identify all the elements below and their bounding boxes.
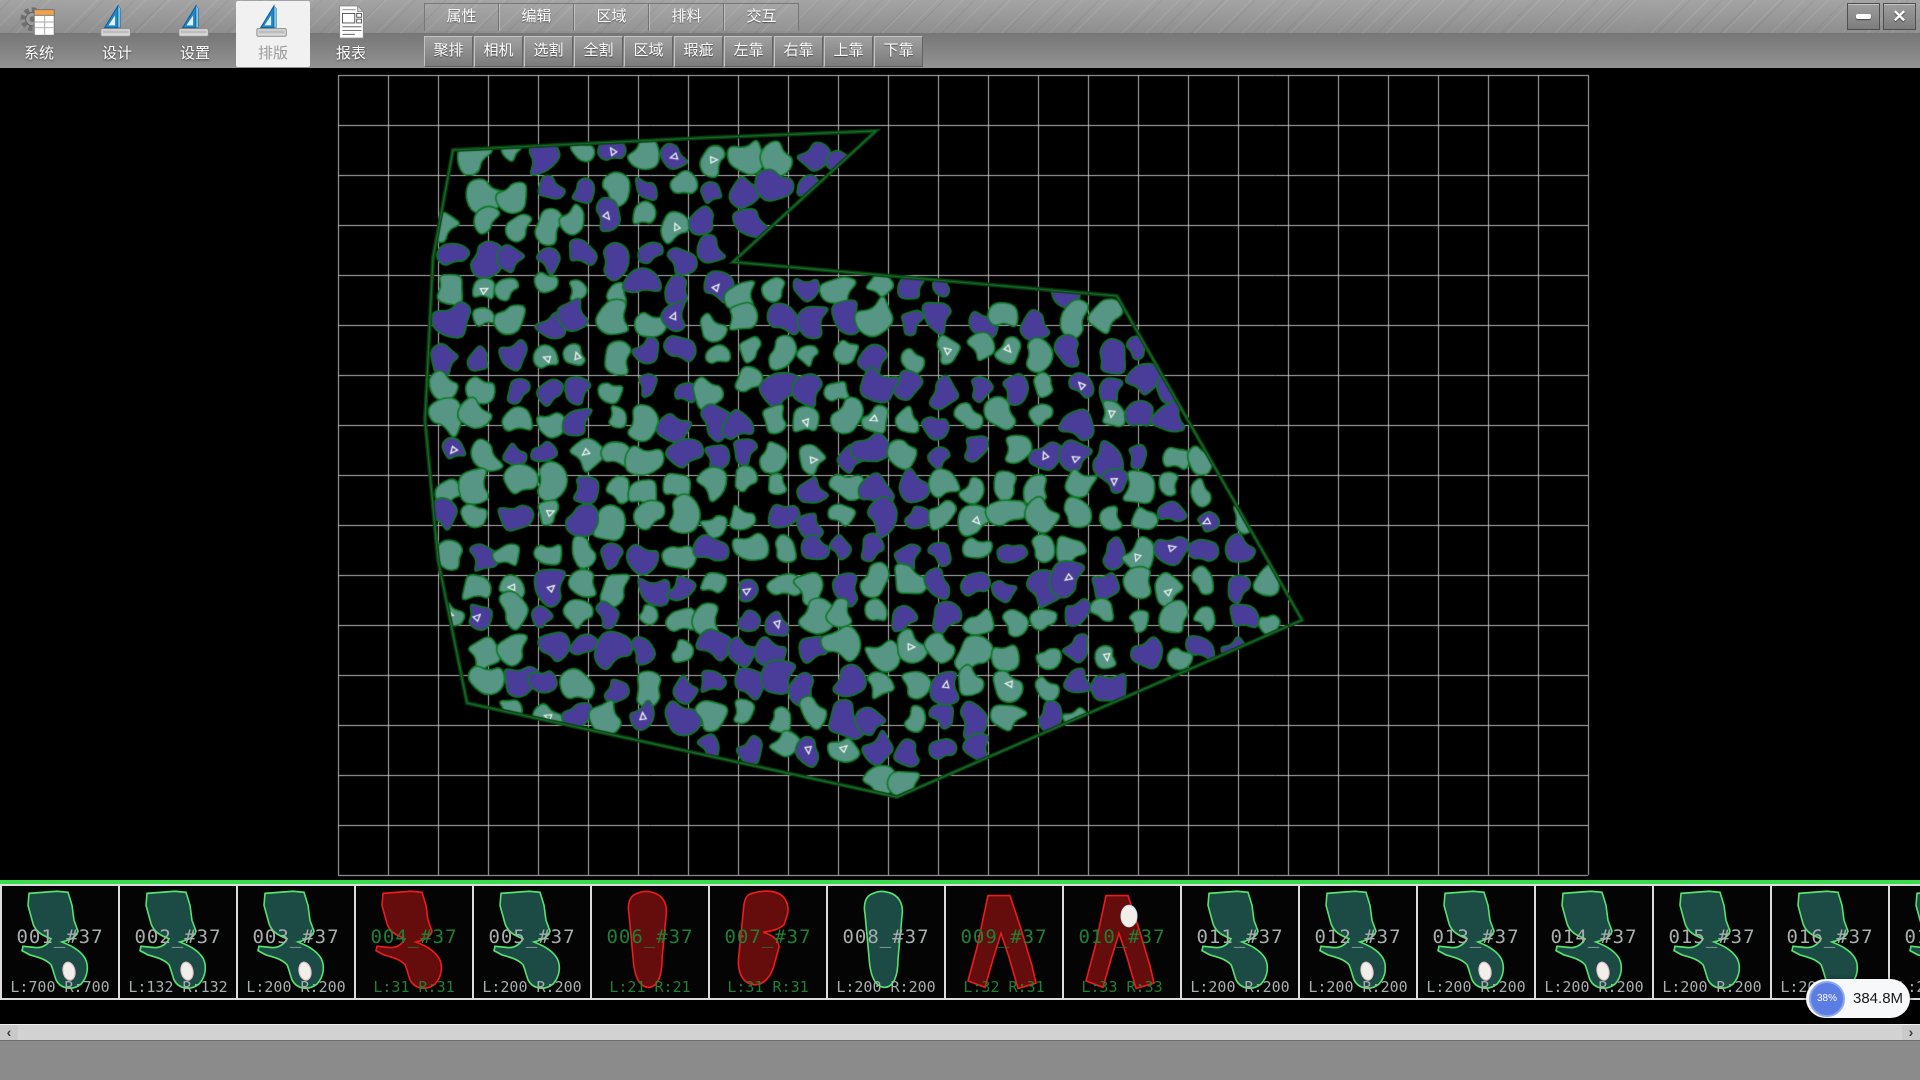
part-lr-count: L:700 R:700 xyxy=(2,978,118,996)
part-thumbnail[interactable]: 014_#37 L:200 R:200 xyxy=(1536,886,1654,998)
part-id-label: 009_#37 xyxy=(946,926,1062,948)
part-lr-count: L:31 R:31 xyxy=(710,978,826,996)
set-square-icon xyxy=(176,3,214,41)
app-button-label: 系统 xyxy=(24,42,54,63)
app-button-label: 设置 xyxy=(180,42,210,63)
part-lr-count: L:200 R:200 xyxy=(828,978,944,996)
part-id-label: 005_#37 xyxy=(474,926,590,948)
gear-table-icon xyxy=(20,3,58,41)
part-lr-count: L:31 R:31 xyxy=(356,978,472,996)
part-thumbnail[interactable]: 001_#37 L:700 R:700 xyxy=(2,886,120,998)
app-button-design[interactable]: 设计 xyxy=(80,1,154,67)
part-lr-count: L:200 R:200 xyxy=(1536,978,1652,996)
bottom-bar xyxy=(0,1040,1920,1080)
part-lr-count: L:32 R:31 xyxy=(946,978,1062,996)
menu-tab-properties[interactable]: 属性 xyxy=(425,4,499,31)
workspace xyxy=(0,68,1920,880)
app-button-label: 报表 xyxy=(336,42,366,63)
app-button-report[interactable]: 报表 xyxy=(314,1,388,67)
close-icon: ✕ xyxy=(1892,8,1906,25)
application-window: 系统 设计 设置 xyxy=(0,0,1920,1080)
part-thumbnail[interactable]: 015_#37 L:200 R:200 xyxy=(1654,886,1772,998)
part-id-label: 002_#37 xyxy=(120,926,236,948)
part-thumbnail[interactable]: 011_#37 L:200 R:200 xyxy=(1182,886,1300,998)
action-align-bottom[interactable]: 下靠 xyxy=(874,36,923,67)
part-lr-count: L:200 R:200 xyxy=(1654,978,1770,996)
part-lr-count: L:33 R:33 xyxy=(1064,978,1180,996)
memory-badge: 38% 384.8M xyxy=(1806,979,1910,1018)
part-id-label: 012_#37 xyxy=(1300,926,1416,948)
part-id-label: 003_#37 xyxy=(238,926,354,948)
part-id-label: 014_#37 xyxy=(1536,926,1652,948)
part-thumbnail[interactable]: 008_#37 L:200 R:200 xyxy=(828,886,946,998)
app-button-system[interactable]: 系统 xyxy=(2,1,76,67)
part-lr-count: L:200 R:200 xyxy=(1418,978,1534,996)
menu-tab-nesting[interactable]: 排料 xyxy=(649,4,724,31)
part-id-label: 001_#37 xyxy=(2,926,118,948)
memory-value: 384.8M xyxy=(1853,990,1903,1007)
action-defect[interactable]: 瑕疵 xyxy=(674,36,723,67)
action-select-cut[interactable]: 选割 xyxy=(524,36,573,67)
minimize-icon xyxy=(1856,14,1871,19)
app-button-label: 设计 xyxy=(102,42,132,63)
chevron-right-icon[interactable]: › xyxy=(1902,1025,1920,1041)
part-lr-count: L:200 R:200 xyxy=(238,978,354,996)
action-cluster-nest[interactable]: 聚排 xyxy=(424,36,473,67)
part-id-label: 016_#37 xyxy=(1772,926,1888,948)
horizontal-scrollbar[interactable]: ‹ › xyxy=(0,1024,1920,1041)
action-align-top[interactable]: 上靠 xyxy=(824,36,873,67)
part-id-label: 008_#37 xyxy=(828,926,944,948)
strip-gap xyxy=(0,1000,1920,1024)
app-button-layout[interactable]: 排版 xyxy=(236,1,310,67)
part-thumbnail[interactable]: 005_#37 L:200 R:200 xyxy=(474,886,592,998)
part-id-label: 010_#37 xyxy=(1064,926,1180,948)
part-id-label: 011_#37 xyxy=(1182,926,1298,948)
part-thumbnail[interactable]: 010_#37 L:33 R:33 xyxy=(1064,886,1182,998)
part-thumbnail[interactable]: 009_#37 L:32 R:31 xyxy=(946,886,1064,998)
close-button[interactable]: ✕ xyxy=(1883,3,1916,30)
main-toolbar: 系统 设计 设置 xyxy=(0,0,422,68)
app-button-settings[interactable]: 设置 xyxy=(158,1,232,67)
minimize-button[interactable] xyxy=(1847,3,1880,30)
part-id-label: 017_#37 xyxy=(1890,926,1920,948)
action-camera[interactable]: 相机 xyxy=(474,36,523,67)
part-thumbnail[interactable]: 003_#37 L:200 R:200 xyxy=(238,886,356,998)
nesting-canvas[interactable] xyxy=(0,68,1920,880)
part-id-label: 013_#37 xyxy=(1418,926,1534,948)
action-toolbar: 聚排 相机 选割 全割 区域 瑕疵 左靠 右靠 上靠 下靠 xyxy=(424,36,923,67)
action-cut-all[interactable]: 全割 xyxy=(574,36,623,67)
part-thumbnail-list: 001_#37L:700 R:700002_#37L:132 R:132003_… xyxy=(0,884,1920,1000)
menu-tab-region[interactable]: 区域 xyxy=(574,4,649,31)
part-thumbnail[interactable]: 012_#37 L:200 R:200 xyxy=(1300,886,1418,998)
part-thumbnail[interactable]: 002_#37 L:132 R:132 xyxy=(120,886,238,998)
part-id-label: 015_#37 xyxy=(1654,926,1770,948)
part-thumbnail[interactable]: 013_#37 L:200 R:200 xyxy=(1418,886,1536,998)
report-doc-icon xyxy=(332,3,370,41)
set-square-icon xyxy=(254,3,292,41)
part-lr-count: L:132 R:132 xyxy=(120,978,236,996)
part-id-label: 004_#37 xyxy=(356,926,472,948)
menu-tab-interact[interactable]: 交互 xyxy=(724,4,798,31)
window-controls: ✕ xyxy=(1847,3,1916,30)
action-align-right[interactable]: 右靠 xyxy=(774,36,823,67)
app-button-label: 排版 xyxy=(258,42,288,63)
part-lr-count: L:200 R:200 xyxy=(474,978,590,996)
parts-strip: 001_#37L:700 R:700002_#37L:132 R:132003_… xyxy=(0,880,1920,1004)
action-align-left[interactable]: 左靠 xyxy=(724,36,773,67)
part-thumbnail[interactable]: 007_#37 L:31 R:31 xyxy=(710,886,828,998)
chevron-left-icon[interactable]: ‹ xyxy=(0,1025,18,1041)
menu-tab-edit[interactable]: 编辑 xyxy=(499,4,574,31)
part-lr-count: L:200 R:200 xyxy=(1300,978,1416,996)
part-id-label: 006_#37 xyxy=(592,926,708,948)
part-thumbnail[interactable]: 004_#37 L:31 R:31 xyxy=(356,886,474,998)
set-square-icon xyxy=(98,3,136,41)
part-lr-count: L:21 R:21 xyxy=(592,978,708,996)
menu-bar: 属性 编辑 区域 排料 交互 xyxy=(424,3,799,31)
action-region[interactable]: 区域 xyxy=(624,36,673,67)
progress-circle: 38% xyxy=(1809,981,1845,1017)
part-lr-count: L:200 R:200 xyxy=(1182,978,1298,996)
part-thumbnail[interactable]: 006_#37 L:21 R:21 xyxy=(592,886,710,998)
part-id-label: 007_#37 xyxy=(710,926,826,948)
